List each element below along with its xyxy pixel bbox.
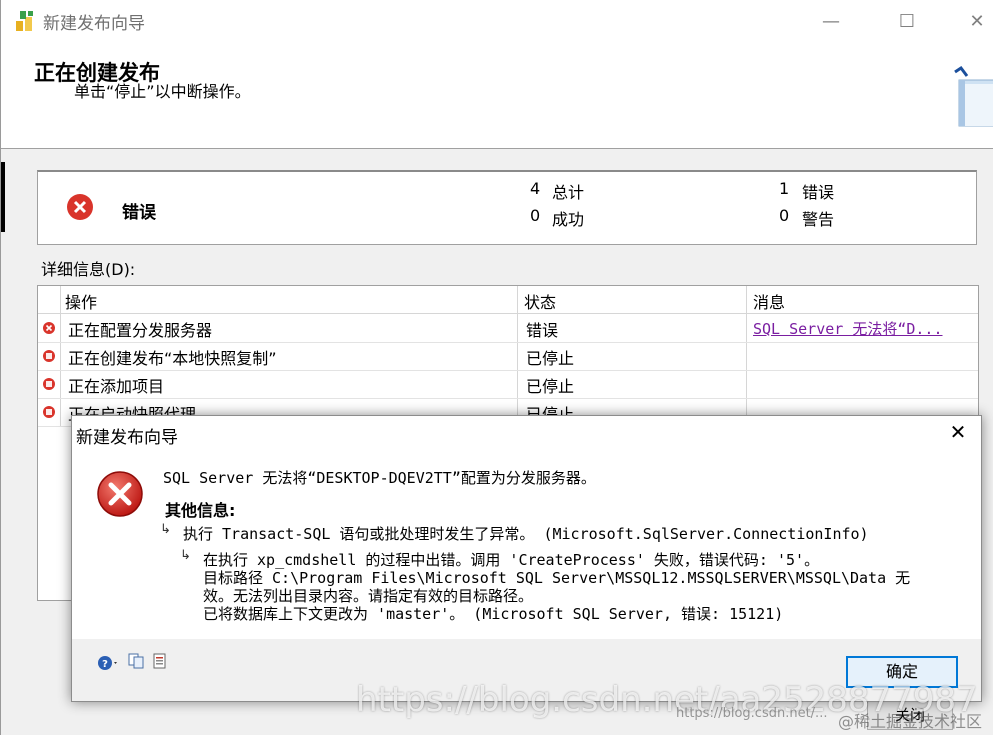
row-status: 错误 — [526, 321, 559, 340]
warning-label: 警告 — [802, 210, 835, 229]
maximize-button[interactable]: ☐ — [883, 0, 931, 44]
left-edge — [1, 162, 5, 232]
inner-exception-line: 已将数据库上下文更改为 'master'。 (Microsoft SQL Ser… — [203, 605, 784, 623]
warning-count: 0 — [779, 206, 790, 225]
error-icon — [67, 194, 93, 220]
dialog-body: SQL Server 无法将“DESKTOP-DQEV2TT”配置为分发服务器。… — [72, 449, 981, 639]
summary-status: 错误 — [122, 203, 156, 223]
dialog-close-button[interactable]: ✕ — [936, 416, 980, 449]
svg-text:?: ? — [102, 659, 108, 670]
column-header-action[interactable]: 操作 — [65, 289, 97, 313]
error-message: SQL Server 无法将“DESKTOP-DQEV2TT”配置为分发服务器。 — [163, 469, 596, 487]
title-bar: 新建发布向导 — ☐ ✕ — [1, 0, 993, 44]
book-check-icon — [954, 65, 993, 127]
row-status: 已停止 — [526, 377, 575, 396]
watermark-small: https://blog.csdn.net/... — [676, 706, 828, 721]
details-label: 详细信息(D): — [41, 260, 136, 279]
wizard-app-icon — [16, 11, 33, 31]
error-icon — [43, 322, 55, 334]
table-row[interactable]: 正在创建发布“本地快照复制” 已停止 — [38, 342, 978, 371]
stopped-icon — [43, 350, 55, 362]
column-header-message[interactable]: 消息 — [753, 289, 785, 313]
stopped-icon — [43, 378, 55, 390]
column-header-status[interactable]: 状态 — [524, 289, 556, 313]
window-title: 新建发布向导 — [43, 14, 145, 34]
stopped-icon — [43, 406, 55, 418]
help-icon[interactable]: ? — [98, 654, 118, 672]
success-label: 成功 — [552, 210, 585, 229]
error-count: 1 — [779, 179, 790, 198]
row-action: 正在配置分发服务器 — [68, 321, 213, 340]
tree-arrow-icon: ↳ — [160, 522, 171, 537]
row-action: 正在添加项目 — [68, 377, 165, 396]
table-row[interactable]: 正在配置分发服务器 错误 SQL Server 无法将“D... — [38, 314, 978, 343]
error-label: 错误 — [802, 183, 835, 202]
dialog-title-bar: 新建发布向导 ✕ — [72, 416, 981, 449]
error-dialog: 新建发布向导 ✕ SQL Server 无法将“DESKTOP-DQEV2TT”… — [71, 415, 982, 702]
table-row[interactable]: 正在添加项目 已停止 — [38, 370, 978, 399]
dialog-title: 新建发布向导 — [76, 428, 178, 448]
error-message-link[interactable]: SQL Server 无法将“D... — [753, 318, 943, 339]
close-button[interactable]: ✕ — [953, 0, 993, 44]
additional-info-heading: 其他信息: — [165, 501, 236, 520]
total-label: 总计 — [552, 183, 585, 202]
wizard-header: 正在创建发布 单击“停止”以中断操作。 — [1, 44, 993, 149]
minimize-button[interactable]: — — [807, 0, 855, 44]
total-count: 4 — [530, 179, 541, 198]
copy-icon[interactable] — [128, 653, 144, 669]
watermark-community: @稀土掘金技术社区 — [838, 712, 983, 731]
tree-arrow-icon: ↳ — [180, 548, 191, 563]
success-count: 0 — [530, 206, 541, 225]
page-subtitle: 单击“停止”以中断操作。 — [74, 82, 251, 101]
summary-panel: 错误 4 总计 0 成功 1 错误 0 警告 — [37, 170, 977, 245]
row-status: 已停止 — [526, 349, 575, 368]
row-action: 正在创建发布“本地快照复制” — [68, 349, 277, 368]
exception-line: 执行 Transact-SQL 语句或批处理时发生了异常。 (Microsoft… — [183, 525, 869, 543]
error-icon — [97, 471, 143, 517]
grid-header: 操作 状态 消息 — [38, 286, 978, 314]
technical-details-icon[interactable] — [152, 653, 168, 669]
